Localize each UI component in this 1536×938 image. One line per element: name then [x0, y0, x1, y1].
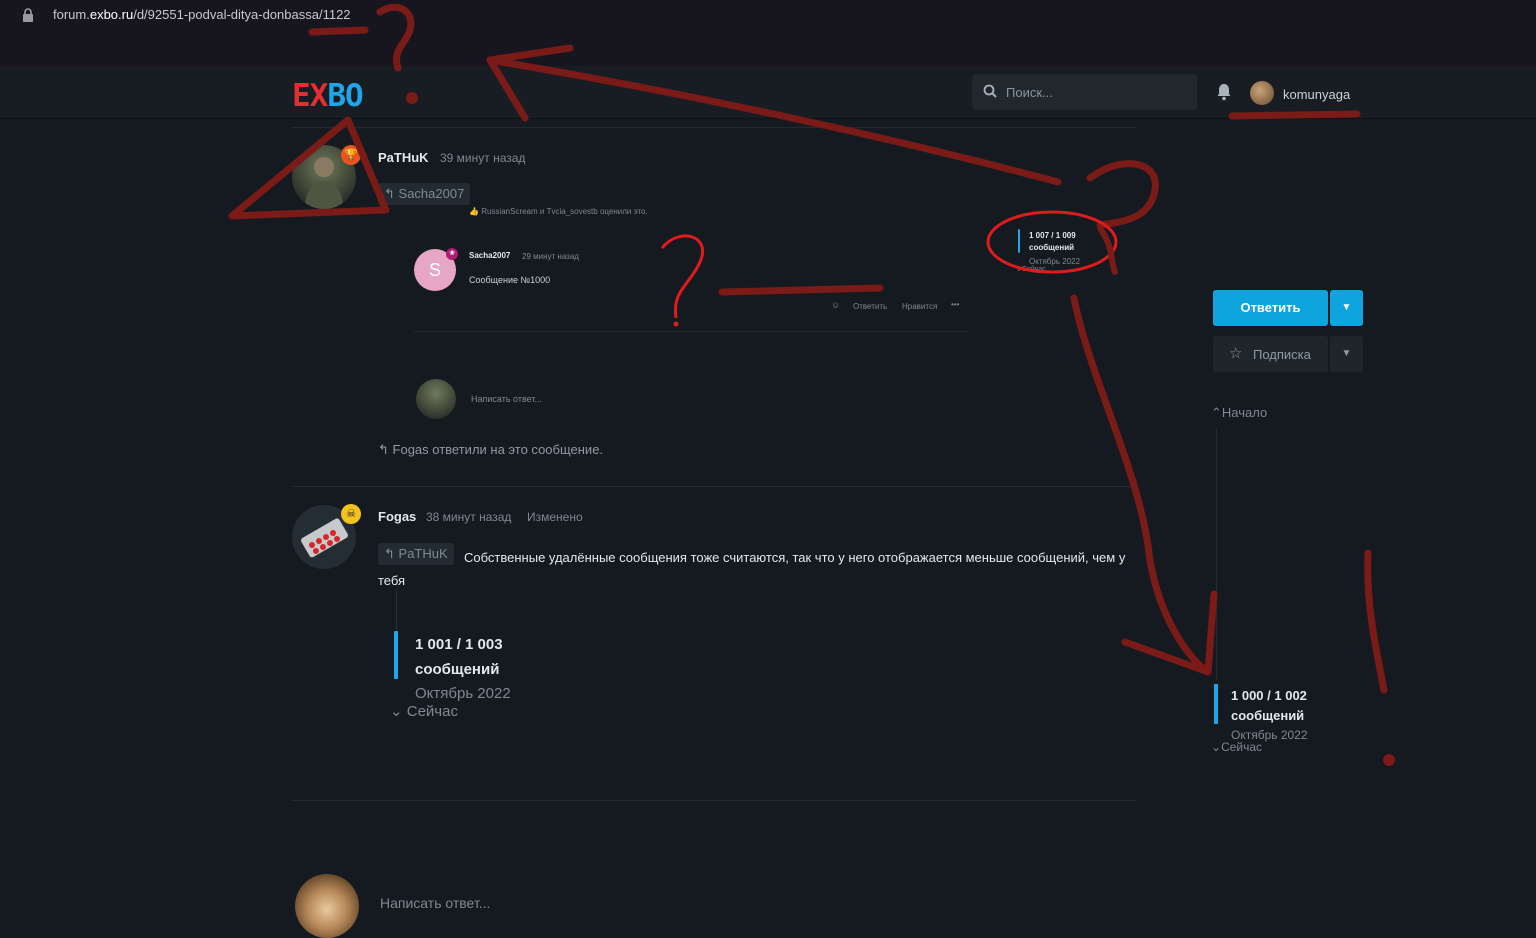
- thumbs-up-icon: 👍: [469, 207, 479, 216]
- chevrons-down-icon: ⌄: [390, 703, 403, 720]
- scrub-label: сообщений: [415, 661, 500, 678]
- likes-text: RussianScream и Tvcia_sovestb оценили эт…: [481, 207, 648, 216]
- divider: [292, 127, 1137, 128]
- nested-author[interactable]: Sacha2007: [469, 251, 510, 260]
- mini-scrub-now[interactable]: ⌄Сейчас: [1016, 265, 1046, 273]
- user-avatar[interactable]: [1250, 81, 1274, 105]
- divider: [414, 331, 967, 332]
- annotation-dash-middle: [718, 284, 884, 296]
- emoji-react-icon[interactable]: ☺: [831, 300, 840, 310]
- mini-scrub-count: 1 007 / 1 009: [1029, 231, 1076, 240]
- scrub-bar[interactable]: [1214, 684, 1218, 724]
- annotation-exclamation: [1364, 549, 1388, 694]
- post-time[interactable]: 39 минут назад: [440, 151, 525, 165]
- mini-scrub-now-text: Сейчас: [1021, 266, 1046, 273]
- skull-badge-icon: ☠: [341, 504, 361, 524]
- subscribe-dropdown-caret[interactable]: ▼: [1330, 336, 1363, 372]
- divider: [292, 800, 1137, 801]
- chevrons-up-icon: ⌃: [1211, 405, 1222, 420]
- composer-placeholder[interactable]: Написать ответ...: [380, 895, 490, 911]
- lock-icon: [23, 8, 33, 22]
- annotation-question-mark-middle: [660, 234, 704, 319]
- annotation-arrow-head-bottom: [1121, 590, 1218, 676]
- replied-line[interactable]: ↰ Fogas ответили на это сообщение.: [378, 442, 603, 458]
- search-input[interactable]: Поиск...: [972, 74, 1197, 110]
- scrub-start-text: Начало: [1221, 405, 1268, 420]
- nested-like-button[interactable]: Нравится: [902, 302, 937, 311]
- scrub-start[interactable]: ⌃Начало: [1211, 405, 1267, 421]
- search-icon: [983, 84, 997, 98]
- browser-address-bar: forum.exbo.ru/d/92551-podval-ditya-donba…: [0, 0, 1536, 66]
- flower-badge-icon: ❀: [446, 248, 458, 260]
- scrub-count: 1 000 / 1 002: [1231, 688, 1307, 703]
- scrub-track: [396, 590, 397, 630]
- divider: [292, 486, 1137, 487]
- chevrons-down-icon: ⌄: [1211, 740, 1222, 754]
- scrub-label: сообщений: [1231, 708, 1305, 723]
- search-placeholder: Поиск...: [1006, 85, 1053, 100]
- reply-arrow-icon: ↰: [378, 442, 389, 457]
- star-icon: ☆: [1229, 345, 1243, 362]
- scrub-count: 1 001 / 1 003: [415, 636, 503, 653]
- edited-label[interactable]: Изменено: [527, 510, 583, 524]
- nested-write-reply[interactable]: Написать ответ...: [471, 394, 542, 404]
- mini-scrub-bar: [1018, 229, 1020, 253]
- post-time[interactable]: 38 минут назад: [426, 510, 511, 524]
- likes-line[interactable]: 👍 RussianScream и Tvcia_sovestb оценили …: [469, 207, 648, 216]
- replied-text: Fogas ответили на это сообщение.: [392, 442, 604, 457]
- scrub-now-text: Сейчас: [406, 703, 458, 720]
- nested-text: Сообщение №1000: [469, 275, 551, 285]
- scrub-track: [1216, 428, 1217, 680]
- post-author[interactable]: Fogas: [378, 509, 416, 524]
- reply-dropdown-caret[interactable]: ▼: [1330, 290, 1363, 326]
- annotation-question-dot: [673, 321, 679, 327]
- scrub-now-text: Сейчас: [1221, 740, 1263, 754]
- nested-more-button[interactable]: •••: [951, 300, 959, 309]
- scrub-bar[interactable]: [394, 631, 398, 679]
- annotation-arrow-to-sidebar: [1070, 294, 1212, 676]
- reply-arrow-icon: ↰: [384, 186, 395, 201]
- mini-scrub-label: сообщений: [1029, 243, 1075, 252]
- composer-avatar-small: [416, 379, 456, 419]
- trophy-badge-icon: 🏆: [341, 145, 361, 165]
- subscribe-button[interactable]: ☆ Подписка: [1213, 336, 1328, 372]
- username-link[interactable]: komunyaga: [1283, 87, 1350, 102]
- annotation-exclamation-dot: [1383, 754, 1395, 766]
- scrub-date: Октябрь 2022: [415, 685, 511, 702]
- exbo-logo[interactable]: EXBO: [292, 78, 364, 114]
- annotation-question-mark-right: [1086, 160, 1159, 229]
- scrub-now[interactable]: ⌄Сейчас: [1211, 740, 1262, 754]
- scrub-now[interactable]: ⌄ Сейчас: [390, 702, 458, 720]
- nested-reply-button[interactable]: Ответить: [853, 302, 887, 311]
- post-author[interactable]: PaTHuK: [378, 150, 429, 165]
- annotation-circle-tail: [1097, 225, 1118, 275]
- avatar-initial: S: [428, 260, 441, 280]
- reply-to-name: Sacha2007: [398, 186, 465, 201]
- composer-avatar: [295, 874, 359, 938]
- post-body: Собственные удалённые сообщения тоже счи…: [378, 550, 1126, 588]
- annotation-overlay: [228, 4, 1395, 766]
- subscribe-label: Подписка: [1253, 347, 1311, 362]
- reply-button[interactable]: Ответить: [1213, 290, 1328, 326]
- reply-to-chip[interactable]: ↰ Sacha2007: [378, 183, 471, 205]
- nested-time[interactable]: 29 минут назад: [522, 252, 579, 261]
- bell-icon[interactable]: [1216, 83, 1232, 101]
- url-text[interactable]: forum.exbo.ru/d/92551-podval-ditya-donba…: [53, 7, 351, 22]
